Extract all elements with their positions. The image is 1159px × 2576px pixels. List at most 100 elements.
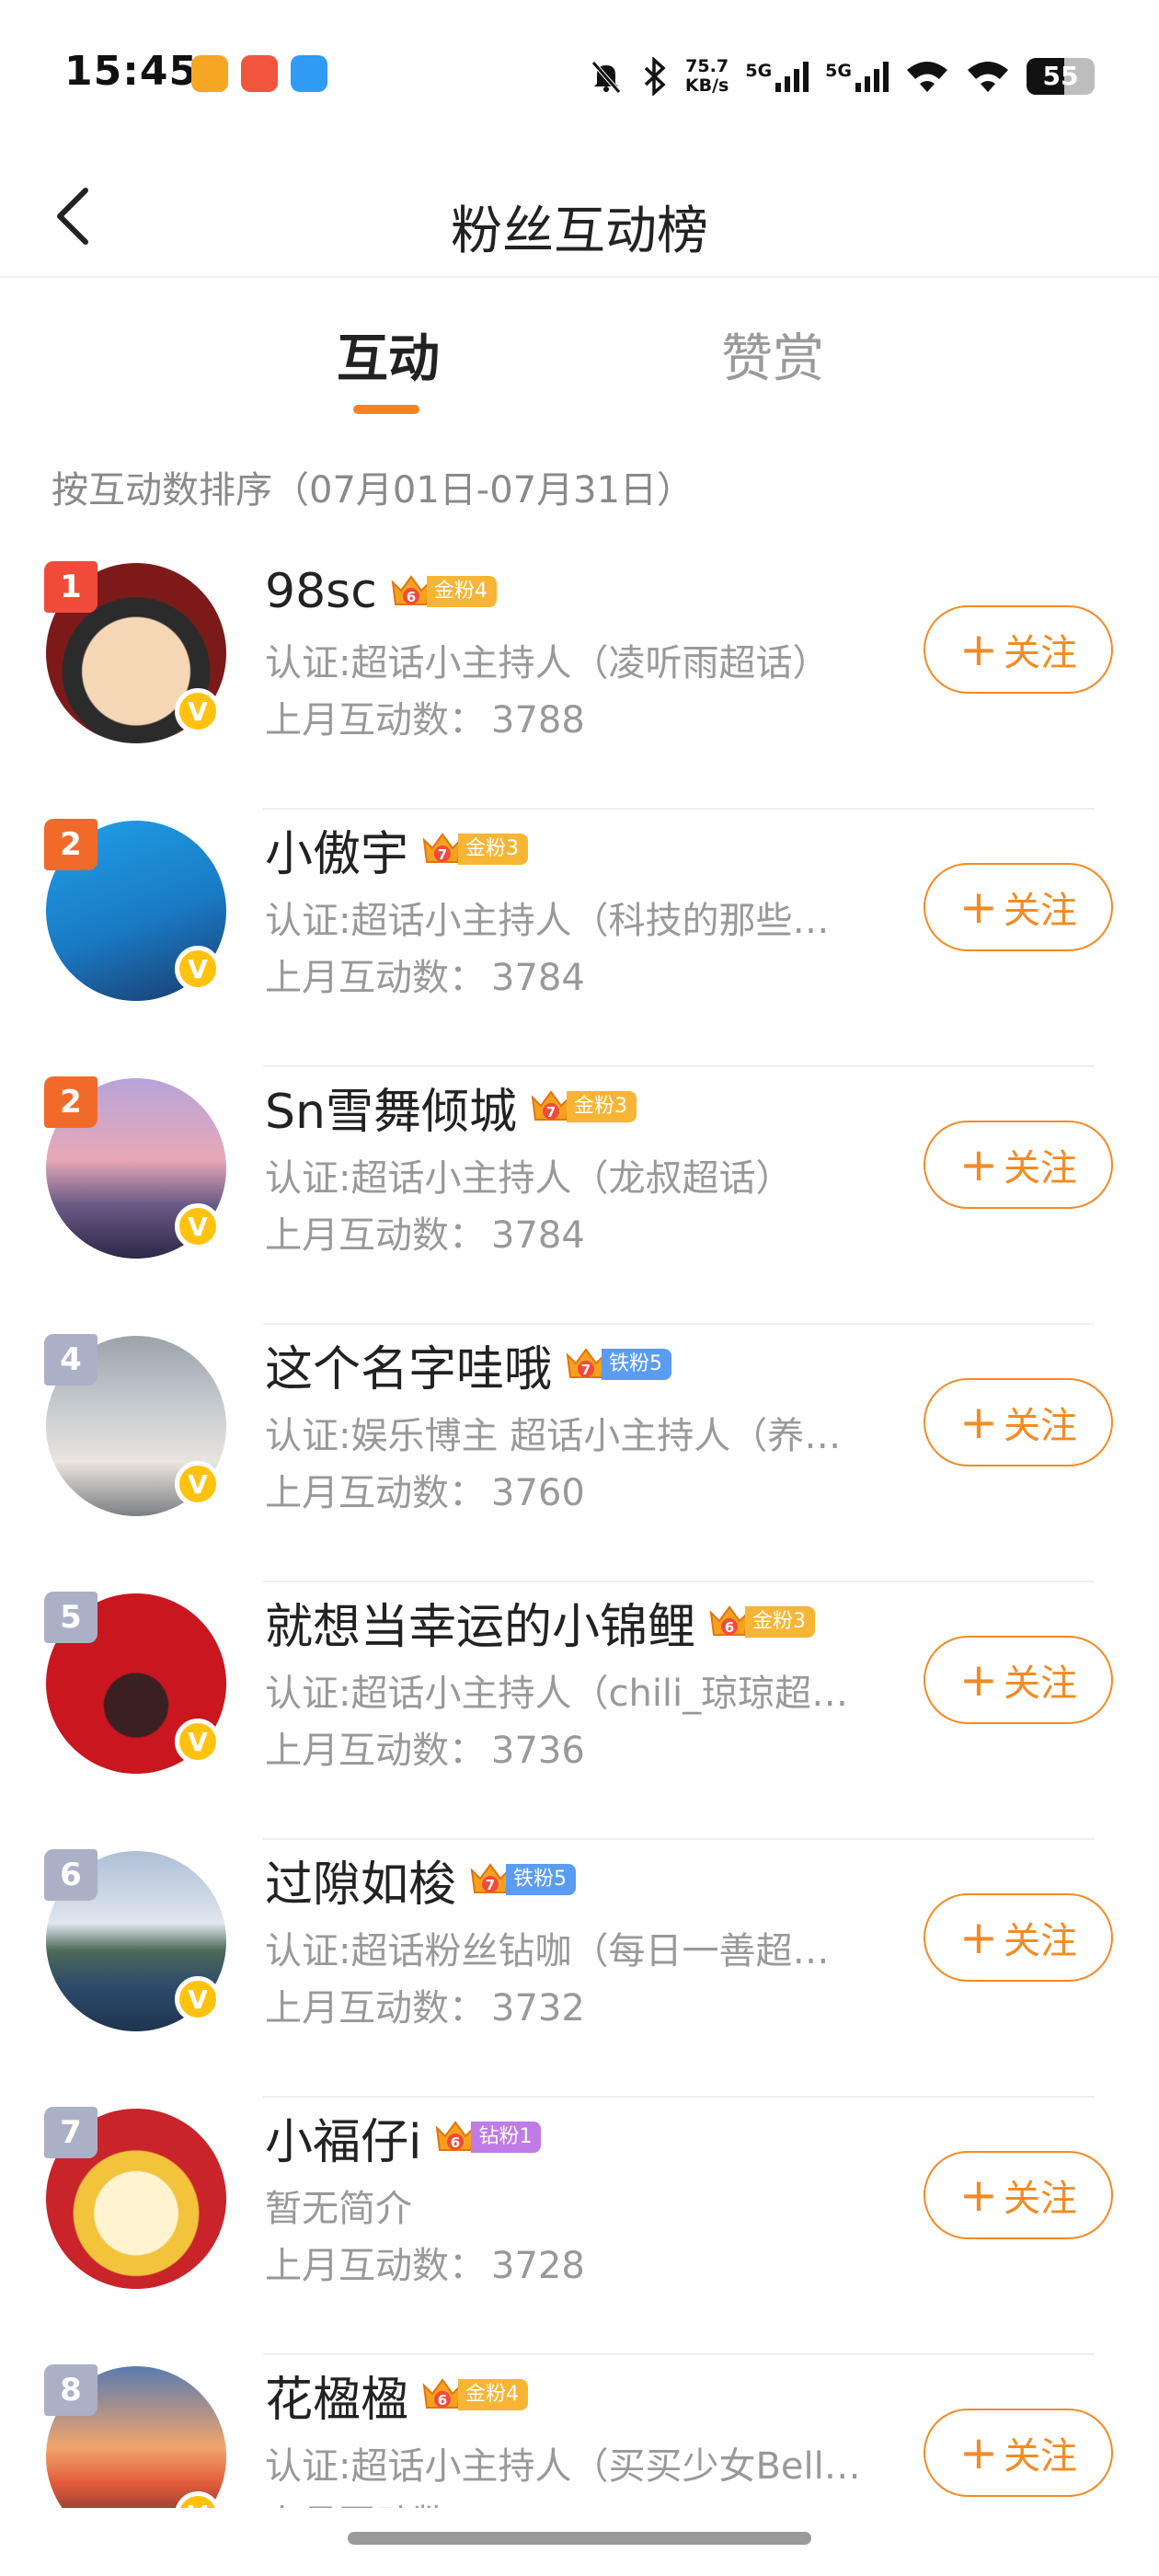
user-name[interactable]: 过隙如梭 xyxy=(265,1846,456,1915)
page-title: 粉丝互动榜 xyxy=(451,201,708,261)
name-line: 就想当幸运的小锦鲤 6 金粉3 xyxy=(265,1588,816,1657)
sim1-signal: 5G xyxy=(745,61,809,92)
rank-badge: 4 xyxy=(44,1334,98,1386)
badge-level-number: 6 xyxy=(438,2392,447,2409)
wifi-icon xyxy=(907,62,947,92)
fan-row[interactable]: 4 V 这个名字哇哦 7 铁粉5 认证:娱乐博主 超话小主持人（养… 上月互动数… xyxy=(0,1325,1159,1582)
user-name[interactable]: 98sc xyxy=(265,564,377,619)
fan-row[interactable]: 2 V 小傲宇 7 金粉3 认证:超话小主持人（科技的那些… 上月互动数： 378… xyxy=(0,810,1159,1067)
sim2-label: 5G xyxy=(825,61,852,81)
name-line: 花楹楹 6 金粉4 xyxy=(265,2361,529,2430)
plus-icon: + xyxy=(959,1396,998,1449)
user-name[interactable]: Sn雪舞倾城 xyxy=(265,1073,517,1142)
signal-bars-icon xyxy=(855,61,889,92)
network-speed-unit: KB/s xyxy=(684,75,729,96)
user-description: 认证:超话小主持人（买买少女Bell… xyxy=(265,2445,861,2488)
follow-button[interactable]: + 关注 xyxy=(924,2151,1113,2239)
interaction-label: 上月互动数： xyxy=(265,1730,486,1772)
user-description: 认证:娱乐博主 超话小主持人（养… xyxy=(265,1415,842,1457)
user-description: 认证:超话粉丝钻咖（每日一善超… xyxy=(265,1930,830,1972)
interaction-label: 上月互动数： xyxy=(265,699,486,742)
user-name[interactable]: 小福仔i xyxy=(265,2103,421,2172)
fan-level-badge[interactable]: 7 金粉3 xyxy=(530,1088,637,1125)
verified-icon: V xyxy=(175,688,221,734)
interaction-count: 3760 xyxy=(491,1472,585,1514)
follow-button[interactable]: + 关注 xyxy=(924,605,1113,694)
fan-level-badge[interactable]: 6 金粉4 xyxy=(421,2376,529,2413)
rank-badge: 1 xyxy=(44,561,98,613)
fan-row[interactable]: 7 小福仔i 6 钻粉1 暂无简介 上月互动数： 3728 + 关注 xyxy=(0,2098,1159,2355)
tab-reward[interactable]: 赞赏 xyxy=(721,317,824,392)
fan-row[interactable]: 1 V 98sc 6 金粉4 认证:超话小主持人（凌听雨超话） 上月互动数： 37… xyxy=(0,552,1159,810)
signal-bars-icon xyxy=(775,61,809,92)
verified-icon: V xyxy=(175,946,221,992)
fan-level-label: 金粉4 xyxy=(458,2379,529,2410)
user-name[interactable]: 这个名字哇哦 xyxy=(265,1330,552,1399)
follow-button[interactable]: + 关注 xyxy=(924,1121,1113,1209)
follow-label: 关注 xyxy=(1003,632,1077,674)
interaction-stat: 上月互动数： 3736 xyxy=(265,1720,585,1774)
nav-bar: 粉丝互动榜 xyxy=(0,156,1159,278)
rank-badge: 5 xyxy=(44,1592,98,1643)
fan-level-badge[interactable]: 6 金粉4 xyxy=(390,573,497,610)
badge-level-number: 6 xyxy=(451,2134,460,2151)
mute-bell-icon xyxy=(591,61,621,94)
interaction-stat: 上月互动数： 3788 xyxy=(265,690,585,743)
bluetooth-icon xyxy=(644,57,666,96)
fan-row[interactable]: 2 V Sn雪舞倾城 7 金粉3 认证:超话小主持人（龙叔超话） 上月互动数： 3… xyxy=(0,1067,1159,1325)
battery-icon: 55 xyxy=(1027,58,1095,95)
crown-icon: 6 xyxy=(391,575,431,605)
app-notification-icon xyxy=(241,55,278,92)
plus-icon: + xyxy=(959,623,998,676)
verified-icon: V xyxy=(175,1203,221,1249)
fan-level-badge[interactable]: 7 铁粉5 xyxy=(565,1346,672,1383)
follow-button[interactable]: + 关注 xyxy=(924,863,1113,951)
active-tab-indicator xyxy=(353,405,419,414)
interaction-stat: 上月互动数： 3722 xyxy=(265,2493,585,2508)
name-line: 98sc 6 金粉4 xyxy=(265,559,497,624)
fan-row[interactable]: 8 V 花楹楹 6 金粉4 认证:超话小主持人（买买少女Bell… 上月互动数：… xyxy=(0,2355,1159,2508)
interaction-count: 3736 xyxy=(491,1730,585,1772)
interaction-stat: 上月互动数： 3784 xyxy=(265,948,585,1001)
fan-level-label: 铁粉5 xyxy=(506,1864,577,1895)
user-name[interactable]: 就想当幸运的小锦鲤 xyxy=(265,1588,695,1657)
interaction-label: 上月互动数： xyxy=(265,2502,486,2508)
home-indicator[interactable] xyxy=(348,2532,811,2545)
badge-level-number: 6 xyxy=(407,589,416,605)
follow-label: 关注 xyxy=(1003,890,1077,932)
follow-button[interactable]: + 关注 xyxy=(924,2409,1113,2497)
tab-interaction[interactable]: 互动 xyxy=(337,317,440,392)
user-name[interactable]: 花楹楹 xyxy=(265,2361,408,2430)
fan-list[interactable]: 1 V 98sc 6 金粉4 认证:超话小主持人（凌听雨超话） 上月互动数： 37… xyxy=(0,552,1159,2508)
badge-level-number: 7 xyxy=(486,1877,495,1893)
follow-label: 关注 xyxy=(1003,2435,1077,2478)
interaction-count: 3784 xyxy=(491,957,585,999)
user-description: 认证:超话小主持人（科技的那些… xyxy=(265,900,830,942)
follow-label: 关注 xyxy=(1003,1920,1077,1962)
follow-button[interactable]: + 关注 xyxy=(924,1636,1113,1724)
name-line: Sn雪舞倾城 7 金粉3 xyxy=(265,1073,637,1142)
interaction-label: 上月互动数： xyxy=(265,2245,486,2287)
badge-level-number: 7 xyxy=(546,1104,556,1121)
follow-button[interactable]: + 关注 xyxy=(924,1378,1113,1466)
fan-level-badge[interactable]: 6 金粉3 xyxy=(708,1604,816,1640)
status-icons: 75.7 KB/s 5G 5G 55 xyxy=(588,52,1095,101)
plus-icon: + xyxy=(959,1911,998,1964)
wifi-icon xyxy=(968,62,1008,92)
verified-icon: V xyxy=(175,1461,221,1507)
user-name[interactable]: 小傲宇 xyxy=(265,815,408,884)
fan-level-badge[interactable]: 6 钻粉1 xyxy=(434,2119,542,2156)
interaction-label: 上月互动数： xyxy=(265,957,486,999)
fan-row[interactable]: 5 V 就想当幸运的小锦鲤 6 金粉3 认证:超话小主持人（chili_琼琼超…… xyxy=(0,1582,1159,1840)
badge-level-number: 7 xyxy=(581,1362,591,1378)
message-notification-icon xyxy=(291,55,327,92)
follow-button[interactable]: + 关注 xyxy=(924,1893,1113,1982)
follow-label: 关注 xyxy=(1003,1147,1077,1190)
fan-level-label: 钻粉1 xyxy=(471,2122,542,2153)
fan-row[interactable]: 6 V 过隙如梭 7 铁粉5 认证:超话粉丝钻咖（每日一善超… 上月互动数： 37… xyxy=(0,1840,1159,2098)
badge-level-number: 6 xyxy=(725,1619,734,1636)
fan-level-badge[interactable]: 7 金粉3 xyxy=(421,831,529,868)
fan-level-label: 金粉4 xyxy=(426,576,497,607)
fan-level-badge[interactable]: 7 铁粉5 xyxy=(469,1861,577,1898)
user-description: 暂无简介 xyxy=(265,2188,412,2230)
